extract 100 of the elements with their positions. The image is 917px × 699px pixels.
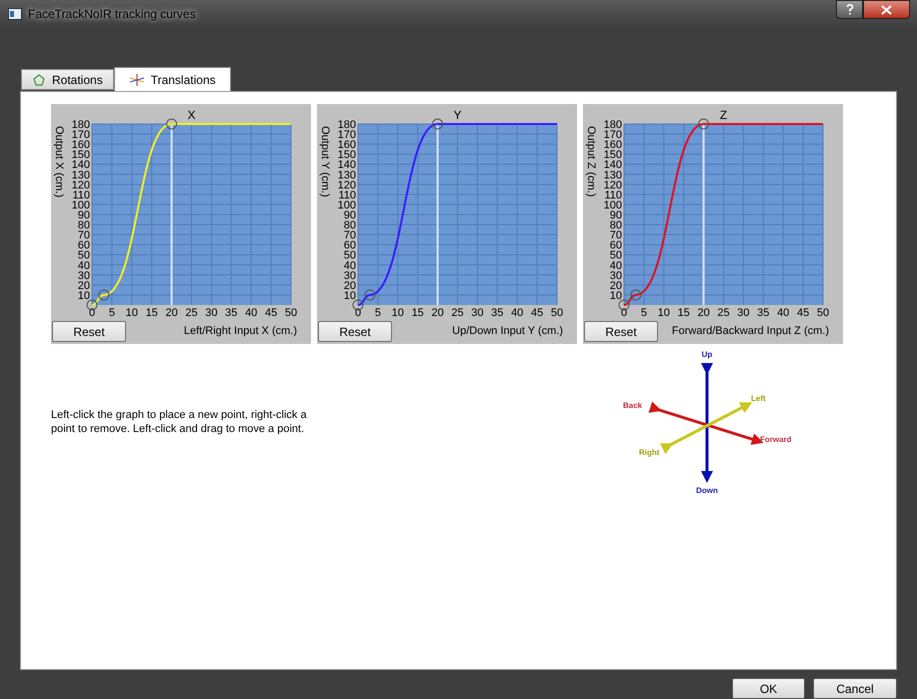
y-tick-label: 170 xyxy=(604,129,622,142)
x-axis-label: Left/Right Input X (cm.) xyxy=(184,324,297,340)
x-tick-label: 40 xyxy=(511,307,524,320)
y-tick-label: 80 xyxy=(78,220,90,232)
y-tick-label: 40 xyxy=(78,260,90,272)
control-point[interactable] xyxy=(166,118,178,130)
y-tick-label: 170 xyxy=(338,129,356,142)
x-tick-label: 45 xyxy=(530,307,544,320)
y-tick-label: 140 xyxy=(604,159,622,172)
rotation-icon xyxy=(32,74,46,86)
x-tick-label: 50 xyxy=(284,307,298,320)
y-tick-label: 70 xyxy=(78,230,90,242)
y-tick-label: 180 xyxy=(604,119,622,132)
x-tick-label: 25 xyxy=(451,307,464,320)
x-tick-label: 20 xyxy=(697,307,710,320)
help-text: Left-click the graph to place a new point, right-click a point to remove. Left-click and drag to move a point. xyxy=(51,408,308,438)
y-tick-label: 160 xyxy=(338,139,356,152)
chart-title: Z xyxy=(720,108,728,122)
x-tick-label: 35 xyxy=(757,307,770,320)
y-tick-label: 110 xyxy=(72,189,90,202)
control-point[interactable] xyxy=(432,118,444,130)
reset-button[interactable]: Reset xyxy=(584,321,658,342)
x-tick-label: 25 xyxy=(717,307,730,320)
app-icon xyxy=(8,8,22,20)
x-tick-label: 35 xyxy=(225,307,238,320)
y-tick-label: 150 xyxy=(72,149,90,162)
y-tick-label: 80 xyxy=(610,220,622,232)
x-tick-label: 15 xyxy=(678,307,690,320)
reset-button[interactable]: Reset xyxy=(318,321,392,342)
y-tick-label: 100 xyxy=(338,199,356,212)
axis-direction-label: Up xyxy=(702,350,712,360)
dialog-button[interactable]: OK xyxy=(732,678,805,699)
dialog-button[interactable]: Cancel xyxy=(813,678,897,699)
x-tick-label: 30 xyxy=(737,307,750,320)
x-tick-label: 45 xyxy=(264,307,278,320)
x-tick-label: 10 xyxy=(126,307,138,320)
help-button[interactable] xyxy=(836,0,863,19)
close-icon xyxy=(881,4,892,14)
control-point[interactable] xyxy=(698,118,710,130)
x-tick-label: 5 xyxy=(108,307,115,320)
close-button[interactable] xyxy=(863,0,910,19)
x-tick-label: 20 xyxy=(431,307,444,320)
x-tick-label: 50 xyxy=(550,307,564,320)
y-tick-label: 120 xyxy=(72,179,90,192)
y-tick-label: 110 xyxy=(338,189,356,202)
x-tick-label: 10 xyxy=(392,307,404,320)
axis-direction-label: Back xyxy=(623,401,642,410)
reset-button[interactable]: Reset xyxy=(52,321,126,342)
y-tick-label: 30 xyxy=(610,270,622,282)
x-tick-label: 30 xyxy=(205,307,218,320)
y-tick-label: 70 xyxy=(344,230,356,242)
x-tick-label: 45 xyxy=(796,307,810,320)
y-tick-label: 100 xyxy=(604,199,622,212)
y-tick-label: 130 xyxy=(72,169,90,182)
x-tick-label: 5 xyxy=(640,307,647,320)
y-tick-label: 30 xyxy=(344,270,356,282)
y-tick-label: 170 xyxy=(72,129,90,142)
window-title: FaceTrackNoIR tracking curves xyxy=(28,6,196,23)
y-tick-label: 90 xyxy=(78,210,90,222)
y-tick-label: 70 xyxy=(610,230,622,242)
x-tick-label: 40 xyxy=(777,307,790,320)
tab[interactable]: Translations xyxy=(114,67,231,92)
axis-direction-label: Down xyxy=(696,486,718,496)
x-tick-label: 10 xyxy=(658,307,670,320)
y-tick-label: 50 xyxy=(610,250,622,262)
y-tick-label: 120 xyxy=(604,179,622,192)
tab[interactable]: Rotations xyxy=(21,69,114,90)
y-tick-label: 150 xyxy=(338,149,356,162)
y-tick-label: 20 xyxy=(344,280,356,292)
y-tick-label: 180 xyxy=(338,119,356,132)
x-tick-label: 50 xyxy=(816,307,830,320)
y-tick-label: 10 xyxy=(610,290,622,302)
x-axis-label: Up/Down Input Y (cm.) xyxy=(452,324,563,340)
chart-title: Y xyxy=(454,108,462,122)
y-tick-label: 40 xyxy=(344,260,356,272)
crossed-axes-icon xyxy=(128,74,145,86)
y-tick-label: 160 xyxy=(604,139,622,152)
y-tick-label: 180 xyxy=(72,119,90,132)
x-tick-label: 40 xyxy=(245,307,258,320)
y-tick-label: 160 xyxy=(72,139,90,152)
y-tick-label: 50 xyxy=(344,250,356,262)
x-axis-label: Forward/Backward Input Z (cm.) xyxy=(672,324,829,340)
y-tick-label: 120 xyxy=(338,179,356,192)
y-tick-label: 10 xyxy=(344,290,356,302)
y-tick-label: 140 xyxy=(338,159,356,172)
x-tick-label: 5 xyxy=(374,307,381,320)
x-tick-label: 30 xyxy=(471,307,484,320)
y-tick-label: 60 xyxy=(610,240,622,252)
question-mark-icon xyxy=(846,4,854,15)
control-point[interactable] xyxy=(98,289,110,300)
y-tick-label: 150 xyxy=(604,149,622,162)
y-axis-label: Output Z (cm.) xyxy=(585,126,597,197)
axis-direction-label: Right xyxy=(639,448,660,458)
x-tick-label: 25 xyxy=(185,307,198,320)
y-tick-label: 10 xyxy=(78,290,90,302)
chart-title: X xyxy=(188,108,196,122)
y-tick-label: 130 xyxy=(604,169,622,182)
x-tick-label: 35 xyxy=(491,307,504,320)
y-axis-label: Output X (cm.) xyxy=(53,126,65,198)
y-tick-label: 100 xyxy=(72,199,90,212)
